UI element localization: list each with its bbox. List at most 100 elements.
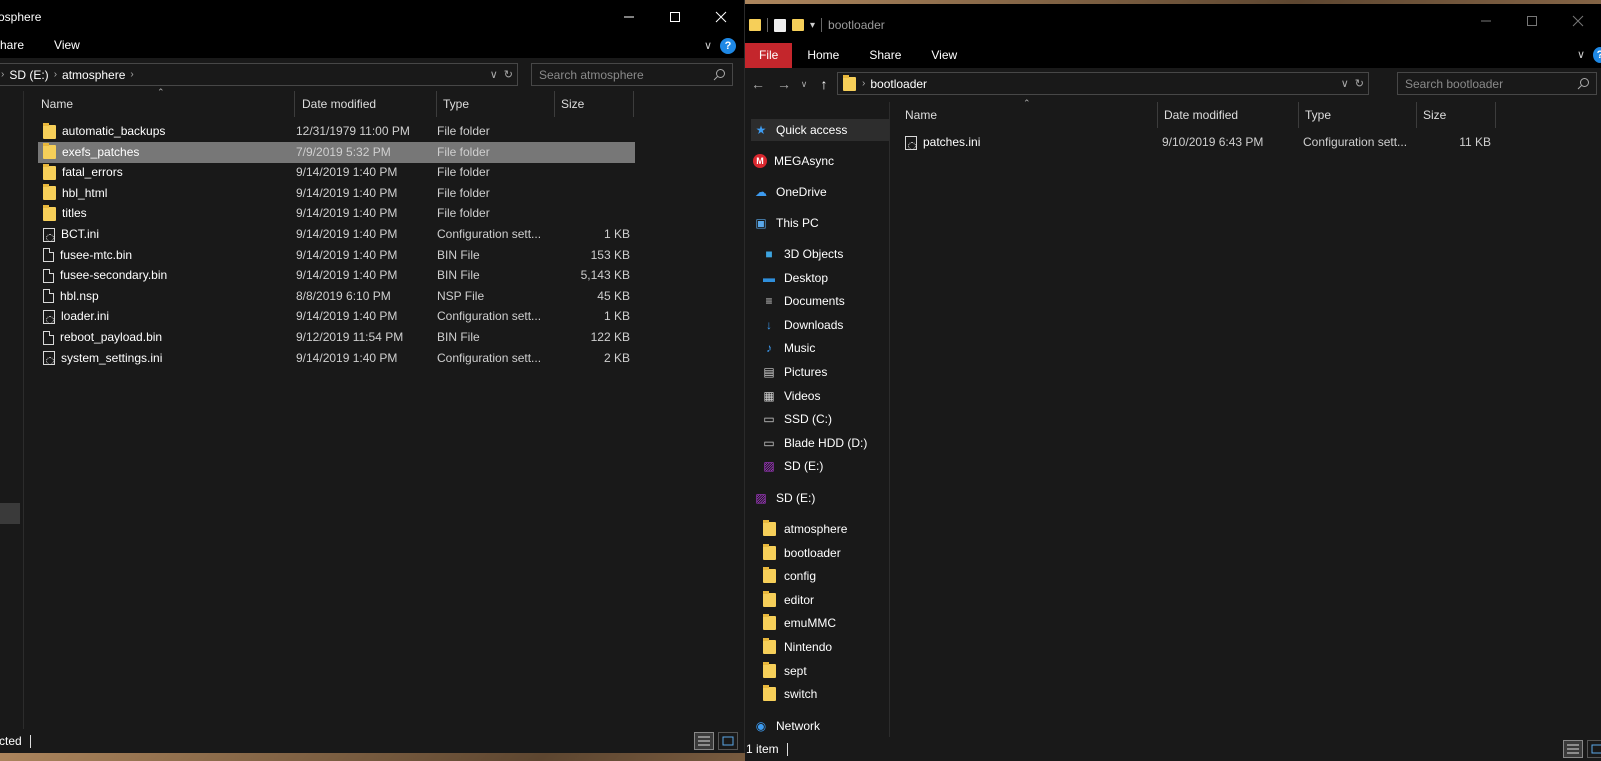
nav-item-switch[interactable]: switch (759, 683, 889, 705)
nav-item-music[interactable]: ♪ Music (759, 337, 889, 359)
table-row[interactable]: loader.ini 9/14/2019 1:40 PM Configuration… (38, 306, 635, 327)
nav-item-documents[interactable]: ≡ Documents (759, 290, 889, 312)
nav-item-ssd-c[interactable]: ▭ SSD (C:) (759, 408, 889, 430)
nav-item-bootloader[interactable]: bootloader (759, 542, 889, 564)
cell-type: Configuration sett... (437, 309, 542, 324)
nav-item-megasync[interactable]: M MEGAsync (751, 150, 889, 172)
navigation-pane[interactable] (0, 91, 24, 729)
table-row[interactable]: hbl.nsp 8/8/2019 6:10 PM NSP File 45 KB (38, 286, 635, 307)
search-input[interactable] (1398, 76, 1596, 91)
expand-ribbon-icon[interactable]: ∨ (1577, 48, 1585, 61)
table-row[interactable]: exefs_patches 7/9/2019 5:32 PM File folder (38, 141, 635, 163)
help-icon[interactable]: ? (1593, 46, 1601, 63)
history-dropdown-icon[interactable]: ∨ (1341, 77, 1349, 90)
tab-home[interactable]: Home (792, 43, 854, 68)
tab-share[interactable]: Share (854, 43, 916, 68)
table-row[interactable]: patches.ini 9/10/2019 6:43 PM Configuratio… (899, 132, 1499, 153)
column-header-type[interactable]: Type (437, 91, 555, 117)
tab-share[interactable]: hare (0, 33, 39, 58)
column-header-name[interactable]: Name ⌃ (891, 98, 1158, 128)
nav-item-pictures[interactable]: ▤ Pictures (759, 361, 889, 383)
table-row[interactable]: hbl_html 9/14/2019 1:40 PM File folder (38, 183, 635, 204)
nav-item-videos[interactable]: ▦ Videos (759, 385, 889, 407)
minimize-button[interactable] (606, 0, 652, 33)
table-row[interactable]: fatal_errors 9/14/2019 1:40 PM File folder (38, 162, 635, 183)
nav-item-editor[interactable]: editor (759, 589, 889, 611)
file-name: loader.ini (61, 309, 110, 324)
column-header-date[interactable]: Date modified (1158, 102, 1299, 128)
cell-name: system_settings.ini (43, 348, 162, 369)
up-button[interactable]: ↑ (811, 71, 837, 97)
nav-item-downloads[interactable]: ↓ Downloads (759, 314, 889, 336)
nav-item-sd-e[interactable]: ▨ SD (E:) (759, 455, 889, 477)
tab-view[interactable]: View (39, 33, 95, 58)
nav-item-blade-hdd-d[interactable]: ▭ Blade HDD (D:) (759, 432, 889, 454)
column-header-size[interactable]: Size (1417, 102, 1496, 128)
refresh-icon[interactable]: ↻ (504, 68, 513, 81)
nav-item-emummc[interactable]: emuMMC (759, 612, 889, 634)
breadcrumb-root[interactable]: SD (E:) (9, 68, 48, 82)
tab-file[interactable]: File (745, 42, 793, 68)
new-folder-icon[interactable] (792, 19, 804, 31)
nav-item-config[interactable]: config (759, 565, 889, 587)
nav-item-network[interactable]: ◉ Network (751, 715, 889, 737)
maximize-button[interactable] (1509, 4, 1555, 37)
search-box[interactable] (1397, 72, 1597, 95)
forward-button[interactable]: → (771, 71, 797, 97)
close-button[interactable] (698, 0, 744, 33)
table-row[interactable]: system_settings.ini 9/14/2019 1:40 PM Conf… (38, 348, 635, 369)
nav-item-atmosphere[interactable]: atmosphere (759, 518, 889, 540)
title-bar[interactable]: osphere (0, 0, 744, 33)
tab-view[interactable]: View (916, 43, 972, 68)
column-header-type[interactable]: Type (1299, 102, 1417, 128)
table-row[interactable]: fusee-secondary.bin 9/14/2019 1:40 PM BIN … (38, 265, 635, 286)
history-dropdown-icon[interactable]: ∨ (490, 68, 498, 81)
cell-size (558, 121, 630, 142)
address-bar[interactable]: › bootloader ∨ ↻ (837, 72, 1369, 95)
breadcrumb-folder[interactable]: bootloader (870, 77, 927, 91)
close-icon (1572, 15, 1584, 26)
customize-toolbar-icon[interactable]: ▾ (810, 20, 815, 31)
nav-item-sept[interactable]: sept (759, 660, 889, 682)
refresh-icon[interactable]: ↻ (1355, 77, 1364, 90)
table-row[interactable]: titles 9/14/2019 1:40 PM File folder (38, 203, 635, 224)
recent-locations-icon[interactable]: ∨ (797, 71, 811, 97)
folder-icon (43, 143, 56, 160)
back-button[interactable]: ← (745, 71, 771, 97)
table-row[interactable]: fusee-mtc.bin 9/14/2019 1:40 PM BIN File 15… (38, 245, 635, 266)
nav-item-desktop[interactable]: ▬ Desktop (759, 267, 889, 289)
large-icons-view-button[interactable] (718, 732, 738, 750)
cell-name: reboot_payload.bin (43, 327, 162, 348)
minimize-button[interactable] (1463, 4, 1509, 37)
star-icon: ★ (755, 123, 767, 137)
ribbon-tabs: File Home Share View ∨ ? (745, 42, 1601, 68)
search-input[interactable] (532, 67, 732, 82)
close-button[interactable] (1555, 4, 1601, 37)
large-icons-view-button[interactable] (1587, 740, 1601, 758)
nav-item-quick-access[interactable]: ★ Quick access (751, 119, 889, 141)
properties-icon[interactable] (774, 18, 786, 32)
nav-item-this-pc[interactable]: ▣ This PC (751, 212, 889, 234)
expand-ribbon-icon[interactable]: ∨ (704, 39, 712, 52)
search-box[interactable] (531, 63, 733, 86)
nav-selected-item[interactable] (0, 503, 20, 524)
column-header-size[interactable]: Size (555, 91, 634, 117)
table-row[interactable]: BCT.ini 9/14/2019 1:40 PM Configuration se… (38, 224, 635, 245)
table-row[interactable]: reboot_payload.bin 9/12/2019 11:54 PM BIN … (38, 327, 635, 348)
maximize-button[interactable] (652, 0, 698, 33)
help-icon[interactable]: ? (720, 37, 736, 54)
details-view-button[interactable] (694, 732, 714, 750)
address-bar[interactable]: › SD (E:) › atmosphere › ∨ ↻ (0, 63, 518, 86)
cell-name: patches.ini (905, 132, 980, 153)
nav-item-3d-objects[interactable]: ■ 3D Objects (759, 243, 889, 265)
table-row[interactable]: automatic_backups 12/31/1979 11:00 PM File… (38, 121, 635, 142)
details-view-button[interactable] (1563, 740, 1583, 758)
nav-item-onedrive[interactable]: ☁ OneDrive (751, 181, 889, 203)
title-bar[interactable]: ▾ bootloader (745, 4, 1601, 46)
drive-icon: ▭ (763, 412, 775, 427)
column-header-date[interactable]: Date modified (296, 91, 437, 117)
nav-item-sd-e[interactable]: ▨ SD (E:) (751, 487, 889, 509)
column-header-name[interactable]: Name ⌃ (35, 87, 295, 117)
breadcrumb-folder[interactable]: atmosphere (62, 68, 125, 82)
nav-item-nintendo[interactable]: Nintendo (759, 636, 889, 658)
